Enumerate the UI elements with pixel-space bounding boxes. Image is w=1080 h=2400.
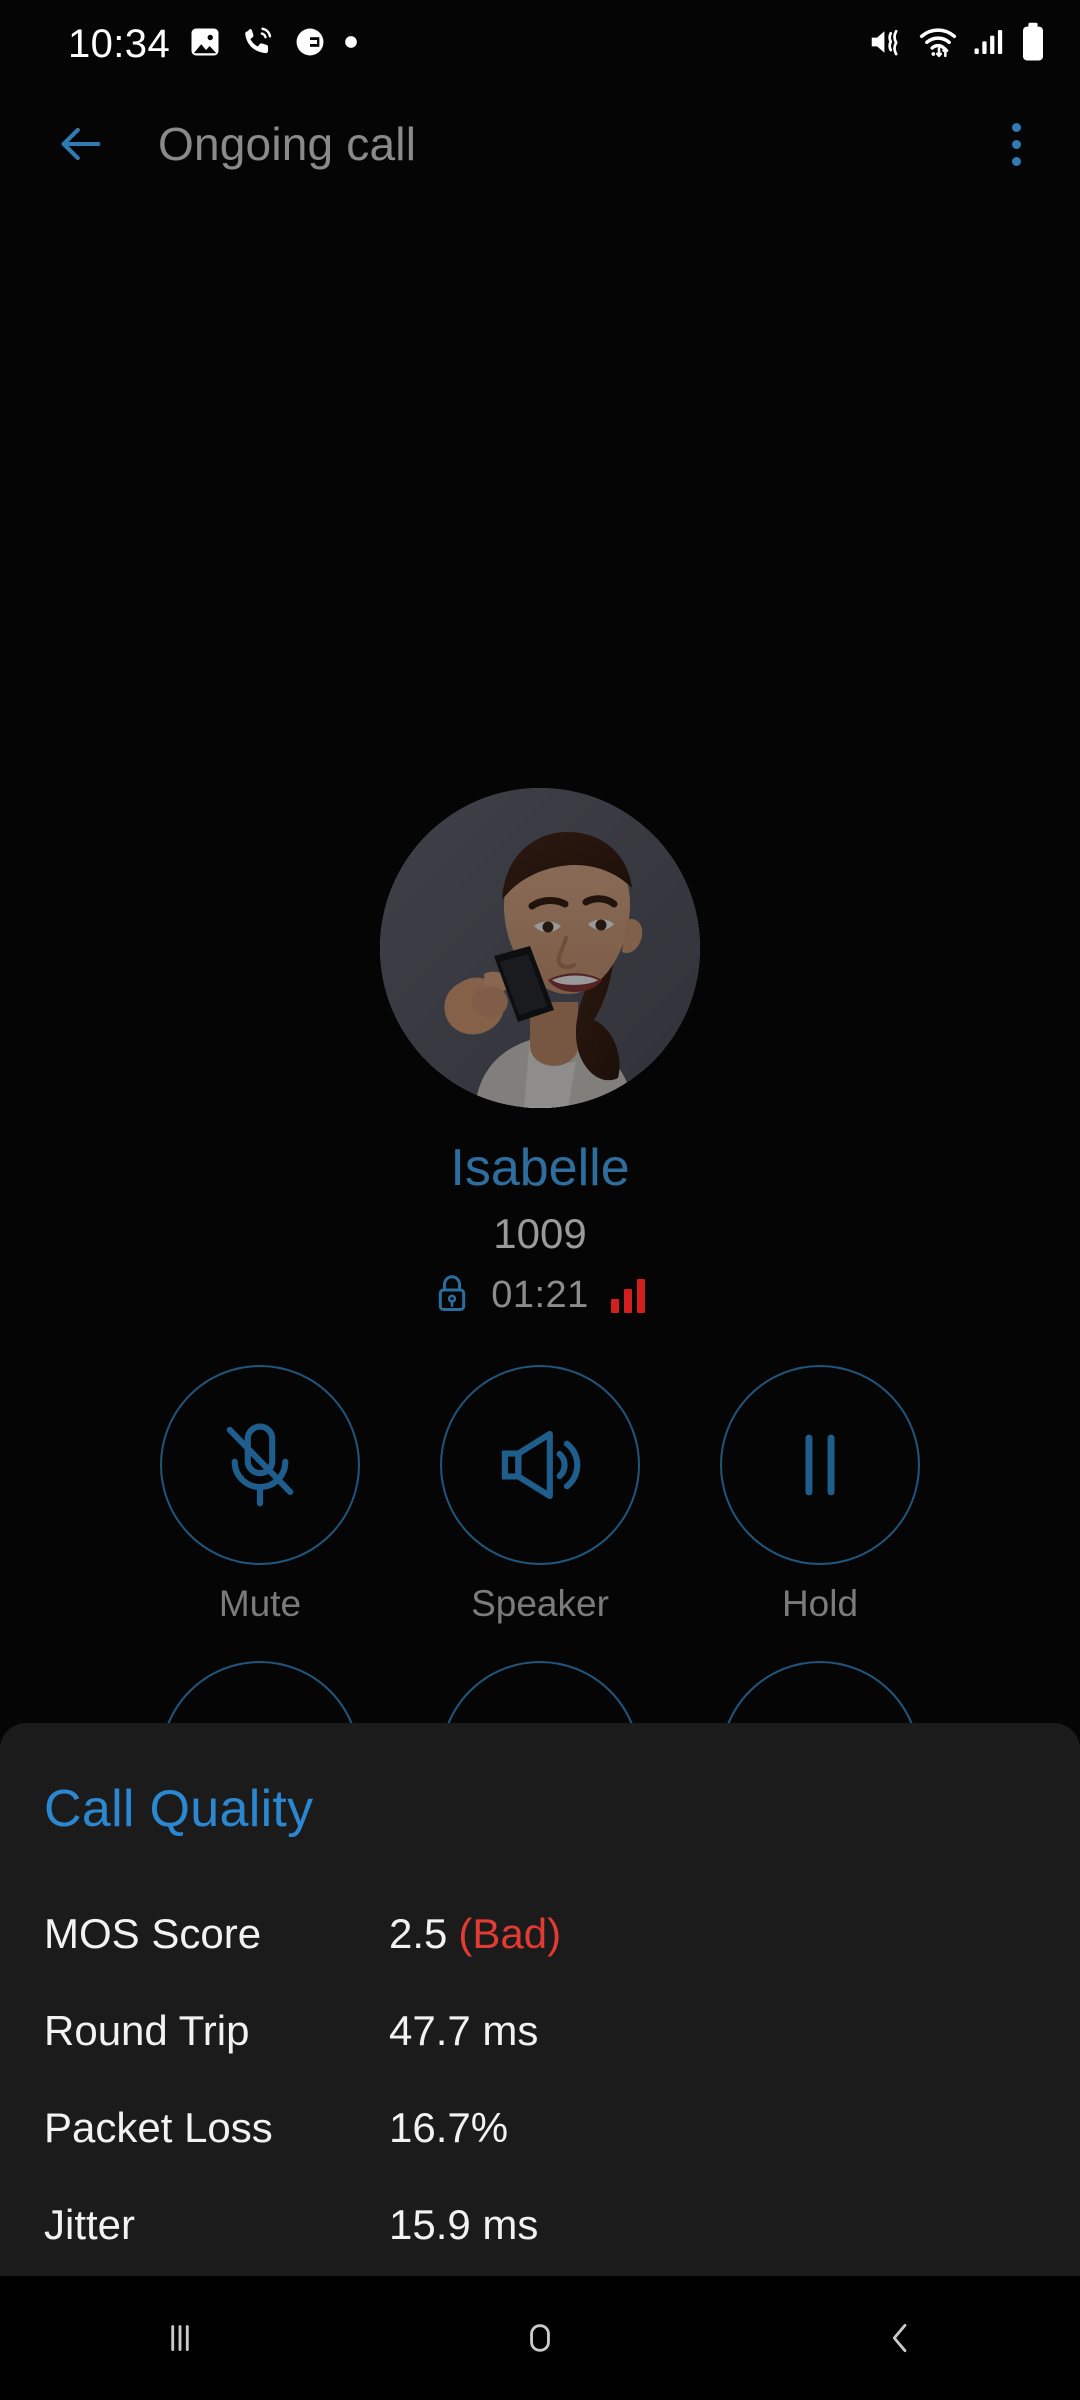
dot-icon bbox=[344, 35, 358, 54]
metric-label: Round Trip bbox=[44, 2006, 250, 2054]
call-quality-panel: Call Quality MOS Score 2.5 (Bad) Round T… bbox=[0, 1723, 1080, 2276]
navigation-bar bbox=[0, 2276, 1080, 2400]
metric-label: Jitter bbox=[44, 2200, 136, 2248]
metric-label: MOS Score bbox=[44, 1909, 262, 1957]
mute-button-circle[interactable] bbox=[160, 1365, 360, 1565]
recents-button[interactable] bbox=[80, 2276, 280, 2400]
metric-value: 15.9 ms bbox=[389, 2200, 539, 2248]
signal-bars-icon bbox=[610, 1278, 645, 1313]
phone-screen: 10:34 Ongoing call Isabelle 1009 01:21 M… bbox=[0, 0, 1080, 2400]
recents-icon bbox=[171, 2325, 189, 2351]
hold-button-label: Hold bbox=[781, 1583, 859, 1624]
back-chevron-icon bbox=[892, 2323, 907, 2353]
call-forward-icon bbox=[240, 24, 276, 65]
kebab-dot bbox=[1011, 156, 1021, 166]
call-meta: 01:21 bbox=[0, 1272, 1080, 1319]
status-bar: 10:34 bbox=[0, 0, 1080, 88]
metric-value: 16.7% bbox=[389, 2103, 509, 2151]
arrow-left-icon bbox=[61, 127, 101, 161]
mute-button-label: Mute bbox=[218, 1583, 302, 1624]
back-nav-button[interactable] bbox=[800, 2276, 1000, 2400]
metric-label: Packet Loss bbox=[44, 2103, 273, 2151]
app-badge-icon bbox=[293, 25, 327, 64]
battery-icon bbox=[1018, 22, 1048, 67]
signal-bar bbox=[623, 1288, 632, 1313]
mute-vibrate-icon bbox=[867, 23, 905, 66]
avatar bbox=[380, 788, 700, 1108]
pause-icon bbox=[805, 1434, 835, 1496]
speaker-button-label: Speaker bbox=[471, 1583, 609, 1624]
call-controls-row-1: Mute Speaker Hold bbox=[0, 1365, 1080, 1625]
status-bar-right bbox=[867, 22, 1048, 67]
contact-name: Isabelle bbox=[450, 1139, 630, 1197]
call-timer: 01:21 bbox=[491, 1274, 589, 1316]
home-icon bbox=[530, 2324, 550, 2352]
contact-photo bbox=[380, 788, 700, 1108]
metric-row: Packet Loss 16.7% bbox=[44, 2079, 1036, 2176]
status-bar-left: 10:34 bbox=[68, 22, 358, 67]
home-button[interactable] bbox=[440, 2276, 640, 2400]
metric-row: Jitter 15.9 ms bbox=[44, 2176, 1036, 2273]
contact-extension: 1009 bbox=[493, 1210, 587, 1257]
microphone-off-icon bbox=[226, 1423, 294, 1507]
page-title: Ongoing call bbox=[158, 118, 417, 170]
metric-value: 2.5 bbox=[389, 1909, 448, 1957]
signal-bar bbox=[636, 1278, 645, 1313]
hold-button[interactable]: Hold bbox=[720, 1365, 920, 1625]
metric-value: 47.7 ms bbox=[389, 2006, 539, 2054]
status-bar-clock: 10:34 bbox=[68, 21, 171, 66]
call-quality-title: Call Quality bbox=[44, 1780, 314, 1838]
overflow-menu-button[interactable] bbox=[986, 109, 1046, 179]
avatar-container bbox=[0, 788, 1080, 1108]
app-bar: Ongoing call bbox=[0, 88, 1080, 200]
speaker-button-circle[interactable] bbox=[440, 1365, 640, 1565]
metric-row: MOS Score 2.5 (Bad) bbox=[44, 1885, 1036, 1982]
metric-quality-tag: (Bad) bbox=[458, 1909, 562, 1957]
cellular-signal-icon bbox=[971, 25, 1005, 64]
wifi-icon bbox=[918, 22, 958, 67]
image-icon bbox=[187, 24, 223, 65]
metric-row: Round Trip 47.7 ms bbox=[44, 1982, 1036, 2079]
lock-icon bbox=[435, 1272, 469, 1319]
hold-button-circle[interactable] bbox=[720, 1365, 920, 1565]
mute-button[interactable]: Mute bbox=[160, 1365, 360, 1625]
call-quality-metrics: MOS Score 2.5 (Bad) Round Trip 47.7 ms P… bbox=[44, 1885, 1036, 2273]
call-area: Isabelle 1009 01:21 Mute Speaker Hold bbox=[0, 200, 1080, 1861]
speaker-button[interactable]: Speaker bbox=[440, 1365, 640, 1625]
back-button[interactable] bbox=[46, 109, 116, 179]
kebab-dot bbox=[1011, 122, 1021, 132]
kebab-dot bbox=[1011, 139, 1021, 149]
signal-bar bbox=[610, 1298, 619, 1313]
speaker-icon bbox=[501, 1430, 581, 1500]
